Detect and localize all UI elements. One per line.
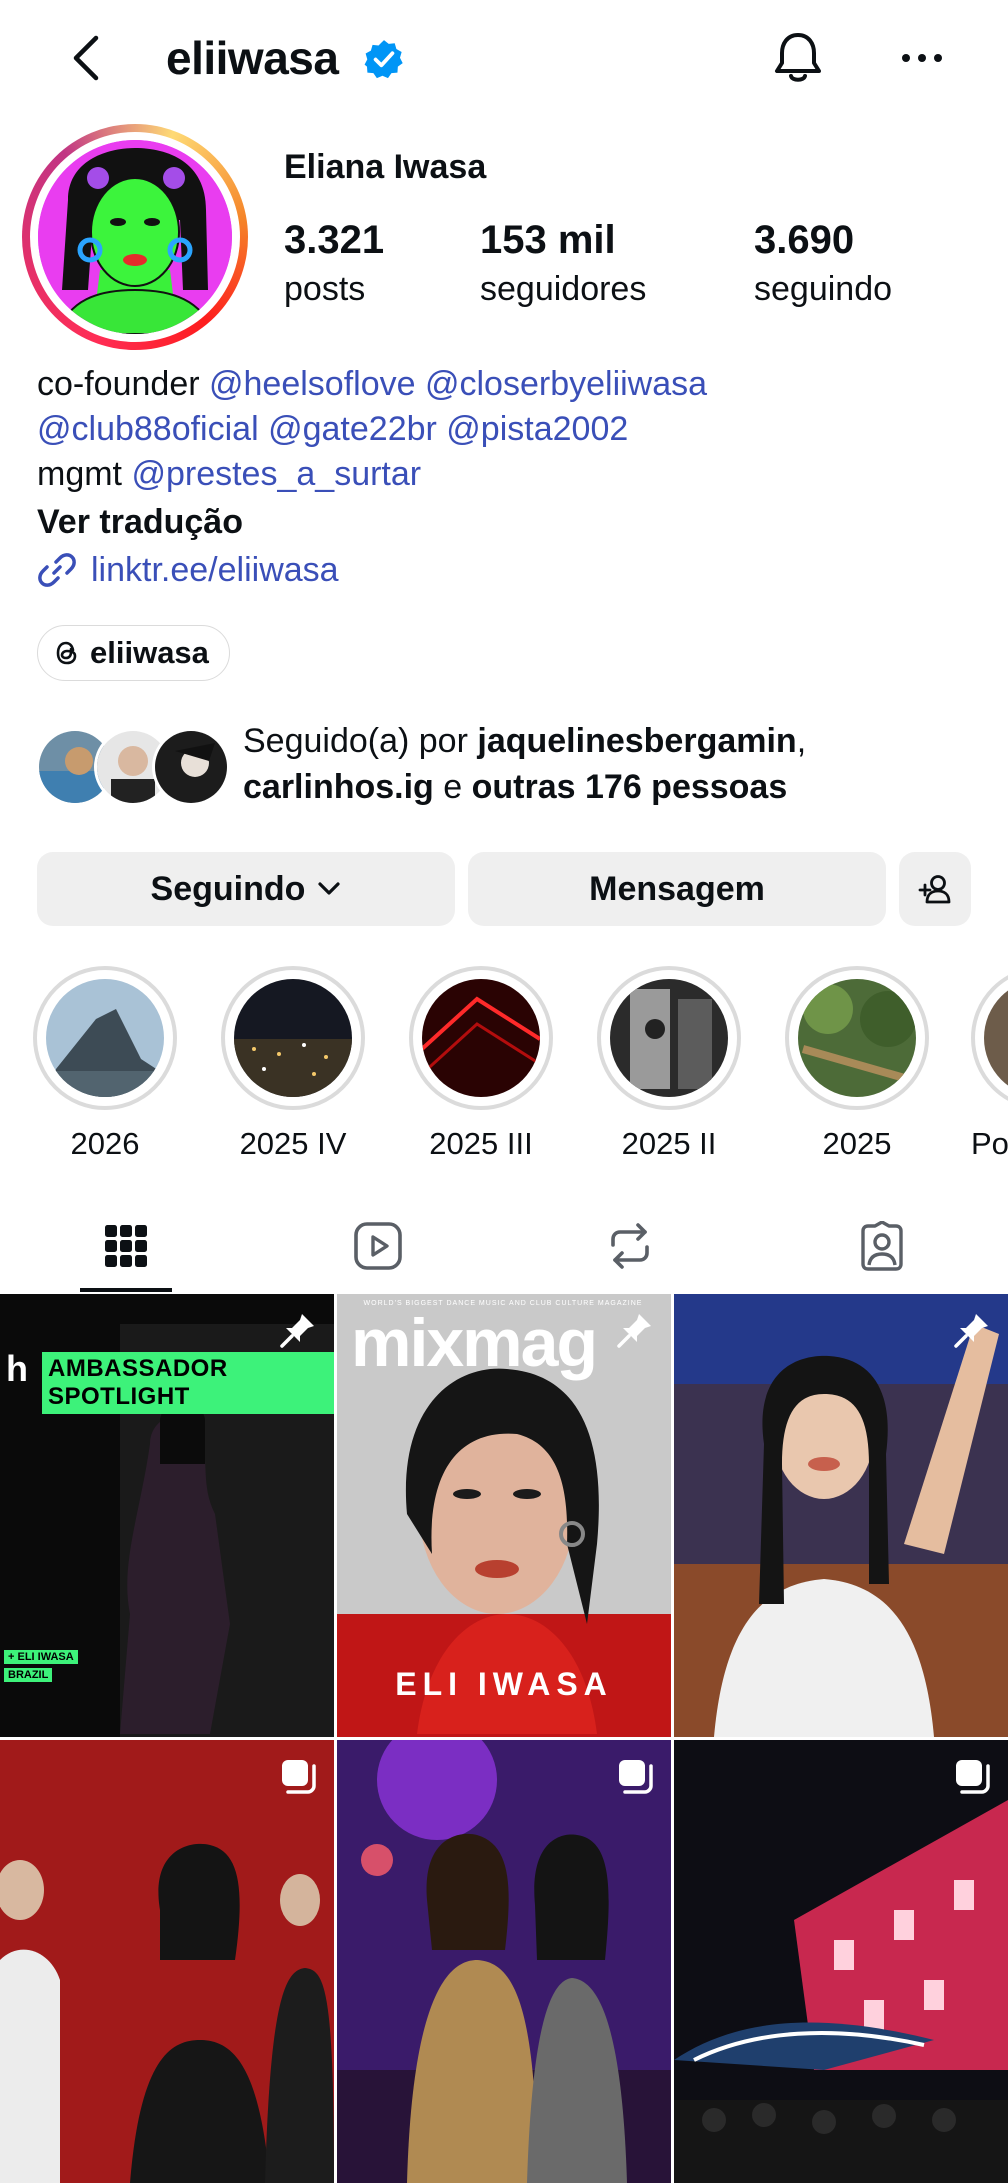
- post-tag: + ELI IWASA: [4, 1650, 78, 1664]
- highlight-cover: [984, 979, 1008, 1097]
- story-highlight[interactable]: 2026: [31, 966, 179, 1162]
- tagged-icon: [857, 1221, 907, 1271]
- more-options-icon[interactable]: [894, 28, 950, 88]
- posts-grid: AMBASSADOR SPOTLIGHT h + ELI IWASA BRAZI…: [0, 1294, 1008, 2183]
- grid-icon: [103, 1223, 149, 1269]
- bio-mention-link[interactable]: @pista2002: [446, 410, 628, 448]
- grid-post[interactable]: [0, 1740, 334, 2183]
- magazine-masthead: mixmag: [351, 1305, 598, 1381]
- bio-mention-link[interactable]: @prestes_a_surtar: [131, 455, 421, 493]
- bio-line-2: @club88oficial @gate22br @pista2002: [37, 406, 628, 452]
- carousel-icon: [615, 1756, 655, 1796]
- avatar: [152, 728, 230, 806]
- threads-icon: [54, 639, 80, 667]
- bio-line-3: mgmt @prestes_a_surtar: [37, 455, 422, 493]
- highlight-cover: [422, 979, 540, 1097]
- highlight-cover: [46, 979, 164, 1097]
- followed-by-text[interactable]: Seguido(a) por jaquelinesbergamin, carli…: [243, 718, 983, 810]
- website-link[interactable]: linktr.ee/eliiwasa: [37, 547, 339, 593]
- see-translation-link[interactable]: Ver tradução: [37, 499, 243, 545]
- tab-tagged[interactable]: [756, 1200, 1008, 1292]
- carousel-icon: [952, 1756, 992, 1796]
- profile-username: eliiwasa: [166, 32, 339, 84]
- profile-avatar[interactable]: [38, 140, 232, 334]
- reels-icon: [353, 1221, 403, 1271]
- message-button[interactable]: Mensagem: [468, 852, 886, 926]
- following-dropdown-button[interactable]: Seguindo: [37, 852, 455, 926]
- cover-caption: ELI IWASA: [395, 1666, 613, 1702]
- grid-post[interactable]: WORLD'S BIGGEST DANCE MUSIC AND CLUB CUL…: [337, 1294, 671, 1737]
- bio-line-1: co-founder @heelsoflove @closerbyeliiwas…: [37, 365, 708, 403]
- tab-reels[interactable]: [252, 1200, 504, 1292]
- tab-posts-grid[interactable]: [0, 1200, 252, 1292]
- mutual-follower-name[interactable]: carlinhos.ig: [243, 768, 434, 806]
- grid-post[interactable]: [674, 1294, 1008, 1737]
- story-highlight[interactable]: Por: [971, 966, 1008, 1186]
- grid-post[interactable]: AMBASSADOR SPOTLIGHT h + ELI IWASA BRAZI…: [0, 1294, 334, 1737]
- profile-full-name: Eliana Iwasa: [284, 148, 487, 186]
- other-followers-link[interactable]: outras 176 pessoas: [472, 768, 788, 806]
- mutual-follower-name[interactable]: jaquelinesbergamin: [477, 722, 796, 760]
- suggest-people-button[interactable]: [899, 852, 971, 926]
- pin-icon: [952, 1310, 992, 1350]
- following-label[interactable]: seguindo: [754, 270, 892, 309]
- profile-tabs: [0, 1200, 1008, 1292]
- active-tab-indicator: [80, 1288, 172, 1292]
- threads-badge-button[interactable]: eliiwasa: [37, 625, 230, 681]
- carousel-icon: [278, 1756, 318, 1796]
- ambassador-banner: AMBASSADOR SPOTLIGHT: [42, 1352, 334, 1414]
- chevron-down-icon: [317, 881, 341, 897]
- story-highlight[interactable]: 2025 II: [595, 966, 743, 1162]
- pin-icon: [278, 1310, 318, 1350]
- notifications-bell-icon[interactable]: [770, 27, 826, 87]
- followers-label[interactable]: seguidores: [480, 270, 646, 309]
- highlight-cover: [610, 979, 728, 1097]
- story-highlight[interactable]: 2025 IV: [219, 966, 367, 1162]
- reposts-icon: [605, 1221, 655, 1271]
- mutual-followers-avatars[interactable]: [36, 728, 236, 806]
- following-count[interactable]: 3.690: [754, 218, 854, 263]
- story-highlight[interactable]: 2025 III: [407, 966, 555, 1162]
- posts-label[interactable]: posts: [284, 270, 365, 309]
- back-icon[interactable]: [64, 28, 108, 88]
- verified-badge-icon: [363, 38, 405, 80]
- highlight-cover: [798, 979, 916, 1097]
- top-bar: eliiwasa: [0, 0, 1008, 115]
- bio-mention-link[interactable]: @closerbyeliiwasa: [425, 365, 707, 403]
- posts-count[interactable]: 3.321: [284, 218, 384, 263]
- post-tag: BRAZIL: [4, 1668, 53, 1682]
- add-person-icon: [917, 871, 953, 907]
- followers-count[interactable]: 153 mil: [480, 218, 616, 263]
- highlight-cover: [234, 979, 352, 1097]
- pin-icon: [615, 1310, 655, 1350]
- bio-mention-link[interactable]: @gate22br: [268, 410, 437, 448]
- bio-mention-link[interactable]: @heelsoflove: [209, 365, 416, 403]
- link-icon: [37, 550, 77, 590]
- story-highlight[interactable]: 2025: [783, 966, 931, 1162]
- brand-logo-icon: h: [6, 1348, 28, 1389]
- grid-post[interactable]: [674, 1740, 1008, 2183]
- grid-post[interactable]: [337, 1740, 671, 2183]
- bio-mention-link[interactable]: @club88oficial: [37, 410, 259, 448]
- tab-reposts[interactable]: [504, 1200, 756, 1292]
